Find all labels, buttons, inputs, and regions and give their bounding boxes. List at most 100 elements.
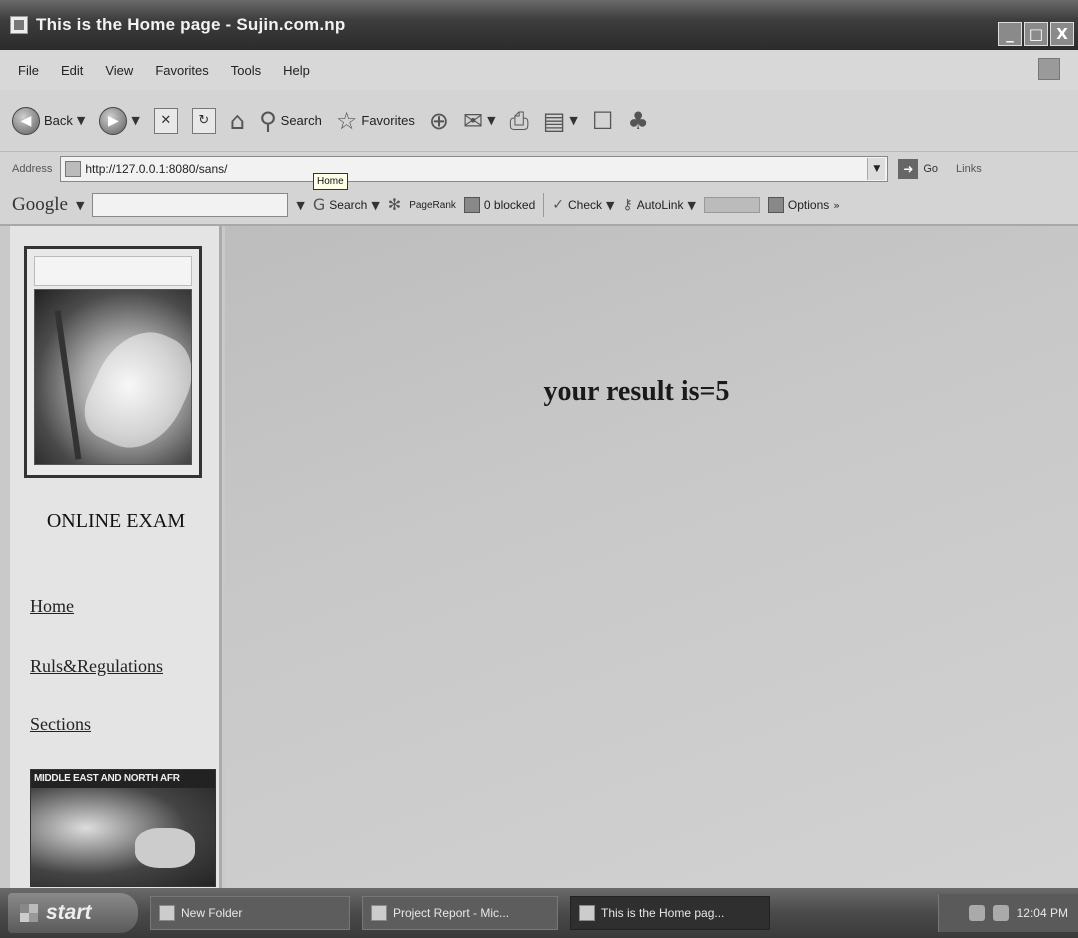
google-toolbar: Google ▼ ▼ G Search ▼ ✻ PageRank 0 block…	[0, 186, 1078, 226]
taskbar-item-project-report[interactable]: Project Report - Mic...	[362, 896, 558, 930]
windows-logo-icon	[1038, 58, 1060, 80]
taskbar: start New Folder Project Report - Mic...…	[0, 888, 1078, 938]
go-button[interactable]: ➜ Go	[898, 159, 938, 179]
start-button[interactable]: start	[8, 893, 138, 933]
clock: 12:04 PM	[1016, 906, 1068, 920]
google-logo[interactable]: Google	[12, 194, 68, 216]
folder-icon	[159, 905, 175, 921]
page-content: ONLINE EXAM Home Ruls&Regulations Sectio…	[0, 226, 1078, 888]
menu-file[interactable]: File	[18, 63, 39, 78]
autofill-button[interactable]	[703, 197, 760, 213]
go-label: Go	[923, 163, 939, 175]
options-button[interactable]: Options »	[767, 197, 841, 213]
sidebar: ONLINE EXAM Home Ruls&Regulations Sectio…	[10, 226, 222, 888]
address-bar: Address http://127.0.0.1:8080/sans/ ▼ ➜ …	[0, 152, 1078, 186]
refresh-icon[interactable]: ↻	[191, 107, 216, 134]
print-icon[interactable]: ⎙	[510, 109, 529, 133]
url-text: http://127.0.0.1:8080/sans/	[85, 162, 228, 176]
word-document-icon	[371, 905, 387, 921]
chevron-down-icon: ▼	[569, 114, 578, 127]
edit-icon: ▤	[542, 106, 566, 135]
news-icon[interactable]: ✻	[388, 197, 401, 213]
nav-link-home[interactable]: Home	[30, 596, 74, 617]
menu-help[interactable]: Help	[283, 63, 310, 78]
popup-blocker[interactable]: 0 blocked	[463, 197, 535, 213]
autolink-button[interactable]: ⚷ AutoLink ▼	[622, 198, 695, 212]
home-icon[interactable]: ⌂	[230, 109, 245, 133]
browser-icon	[579, 905, 595, 921]
quill-image	[34, 289, 192, 465]
forward-arrow-icon: ▶	[99, 106, 128, 135]
start-label: start	[46, 901, 92, 924]
task-label: This is the Home pag...	[601, 906, 725, 920]
minimize-button[interactable]: _	[998, 22, 1022, 46]
maximize-button[interactable]: □	[1024, 22, 1048, 46]
chevron-down-icon[interactable]: ▼	[77, 114, 85, 127]
more-icon: »	[833, 198, 841, 212]
stop-icon[interactable]: ✕	[153, 107, 178, 134]
back-label: Back	[44, 113, 73, 128]
photo-caption-strip	[34, 256, 192, 286]
google-search-input[interactable]	[92, 193, 289, 217]
menu-favorites[interactable]: Favorites	[155, 63, 208, 78]
google-search-icon: G	[312, 195, 326, 214]
chevron-down-icon: ▼	[687, 198, 696, 212]
mail-icon: ✉	[462, 106, 484, 135]
toolbar-divider	[543, 193, 545, 217]
chevron-down-icon[interactable]: ▼	[867, 158, 886, 180]
standard-toolbar: ◀ Back ▼ ▶ ▼ ✕ ↻ ⌂ ⚲ Search ☆ Favorites …	[0, 90, 1078, 152]
main-panel: your result is=5	[225, 226, 1078, 888]
menu-view[interactable]: View	[105, 63, 133, 78]
world-map-image	[31, 788, 215, 886]
search-label: Search	[280, 113, 322, 128]
chevron-down-icon: ▼	[487, 114, 496, 127]
close-button[interactable]: X	[1050, 22, 1074, 46]
search-button[interactable]: ⚲ Search	[259, 109, 322, 133]
forward-button[interactable]: ▶ ▼	[99, 106, 140, 135]
nav-link-rules[interactable]: Ruls&Regulations	[30, 656, 163, 677]
discuss-icon[interactable]: ☐	[592, 109, 614, 133]
window-controls: _ □ X	[998, 22, 1074, 46]
map-caption: MIDDLE EAST AND NORTH AFR	[31, 770, 215, 788]
chevron-down-icon: ▼	[606, 198, 615, 212]
spellcheck-icon: ✓	[552, 197, 564, 213]
browser-icon	[10, 16, 28, 34]
chevron-down-icon[interactable]: ▼	[131, 114, 139, 127]
nav-link-sections[interactable]: Sections	[30, 714, 91, 735]
result-text: your result is=5	[543, 376, 730, 407]
menu-edit[interactable]: Edit	[61, 63, 83, 78]
window-title: This is the Home page - Sujin.com.np	[36, 15, 346, 34]
map-banner[interactable]: MIDDLE EAST AND NORTH AFR	[30, 769, 216, 887]
menu-tools[interactable]: Tools	[231, 63, 261, 78]
taskbar-item-browser[interactable]: This is the Home pag...	[570, 896, 770, 930]
google-search-button[interactable]: G Search ▼	[313, 197, 380, 213]
menu-bar: File Edit View Favorites Tools Help	[0, 50, 1078, 90]
windows-flag-icon	[20, 904, 38, 922]
check-label: Check	[568, 198, 603, 212]
url-field[interactable]: http://127.0.0.1:8080/sans/ ▼	[60, 156, 889, 182]
sidebar-photo	[24, 246, 202, 478]
star-icon: ☆	[335, 106, 358, 135]
favorites-button[interactable]: ☆ Favorites	[336, 109, 415, 133]
mail-button[interactable]: ✉ ▼	[463, 109, 496, 133]
network-icon[interactable]	[968, 905, 985, 921]
chevron-down-icon: ▼	[371, 198, 380, 212]
search-icon: ⚲	[259, 106, 277, 135]
chevron-down-icon[interactable]: ▼	[296, 199, 304, 212]
pagerank-indicator[interactable]: PageRank	[409, 200, 456, 211]
volume-icon[interactable]	[992, 905, 1009, 921]
history-icon[interactable]: ⊕	[429, 109, 449, 133]
options-label: Options	[787, 198, 830, 212]
options-icon	[767, 197, 784, 213]
chevron-down-icon[interactable]: ▼	[76, 199, 84, 212]
back-arrow-icon: ◀	[12, 106, 40, 135]
spell-check-button[interactable]: ✓ Check ▼	[552, 198, 614, 212]
go-arrow-icon: ➜	[898, 159, 919, 179]
messenger-icon[interactable]: ♣	[627, 109, 649, 133]
links-button[interactable]: Links	[956, 163, 982, 175]
taskbar-item-new-folder[interactable]: New Folder	[150, 896, 350, 930]
system-tray: 12:04 PM	[938, 894, 1078, 932]
google-search-label: Search	[329, 198, 368, 212]
back-button[interactable]: ◀ Back ▼	[12, 106, 85, 135]
edit-button[interactable]: ▤ ▼	[543, 109, 578, 133]
